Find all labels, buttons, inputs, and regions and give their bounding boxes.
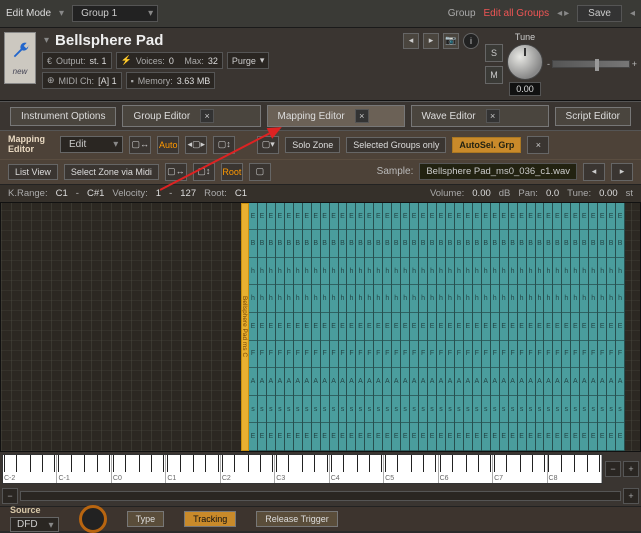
new-label: new — [13, 67, 28, 76]
tab-script-editor[interactable]: Script Editor — [555, 107, 631, 126]
instrument-title: Bellsphere Pad — [55, 32, 399, 49]
krange-hi[interactable]: C#1 — [87, 188, 104, 199]
close-panel-icon[interactable]: × — [527, 136, 549, 154]
snapshot-icon[interactable]: 📷 — [443, 33, 459, 49]
root-button[interactable]: Root — [221, 163, 243, 181]
zone-tune-label: Tune: — [567, 188, 591, 199]
tab-mapping-editor[interactable]: Mapping Editor× — [267, 105, 405, 127]
tune-label: Tune — [515, 32, 535, 42]
sample-label: Sample: — [377, 166, 414, 177]
type-tab[interactable]: Type — [127, 511, 165, 527]
group-selector[interactable]: Group 1 — [72, 5, 158, 22]
next-preset-icon[interactable]: ▸ — [423, 33, 439, 49]
krange-label: K.Range: — [8, 188, 48, 199]
list-view-button[interactable]: List View — [8, 164, 58, 180]
solo-zone-button[interactable]: Solo Zone — [285, 137, 340, 153]
source-mode[interactable]: DFD — [10, 517, 59, 532]
tab-group-editor[interactable]: Group Editor× — [122, 105, 260, 127]
snap-h-icon[interactable]: ◂▢▸ — [185, 136, 207, 154]
prev-sample-icon[interactable]: ◂ — [583, 163, 605, 181]
next-sample-icon[interactable]: ▸ — [611, 163, 633, 181]
sample-name[interactable]: Bellsphere Pad_ms0_036_c1.wav — [419, 163, 577, 180]
velocity-label: Velocity: — [112, 188, 147, 199]
pan-label: Pan: — [518, 188, 538, 199]
wrench-icon — [10, 41, 30, 61]
release-trigger-tab[interactable]: Release Trigger — [256, 511, 338, 527]
mute-button[interactable]: M — [485, 66, 503, 84]
pan-value[interactable]: 0.0 — [546, 188, 559, 199]
edit-all-groups[interactable]: Edit all Groups — [484, 8, 550, 19]
midi-trig-b-icon[interactable]: ▢↕ — [193, 163, 215, 181]
volume-slider[interactable]: -+ — [547, 55, 637, 73]
memory-param: ▪ Memory: 3.63 MB — [126, 72, 216, 89]
root-mode-icon[interactable]: ▢ — [249, 163, 271, 181]
vel-hi[interactable]: 127 — [180, 188, 196, 199]
krange-lo[interactable]: C1 — [56, 188, 68, 199]
autosel-grp-button[interactable]: AutoSel. Grp — [452, 137, 521, 153]
group-label: Group — [448, 8, 476, 19]
keyboard[interactable]: C-2C-1C0C1C2C3C4C5C6C7C8 — [2, 454, 603, 484]
tune-knob[interactable] — [507, 44, 543, 80]
close-icon[interactable]: × — [486, 109, 500, 123]
expand-icon[interactable]: ▾ — [44, 35, 49, 46]
mapping-editor-title: Mapping Editor — [8, 135, 54, 155]
vel-lo[interactable]: 1 — [156, 188, 161, 199]
zoom-in-v-icon[interactable]: + — [623, 461, 639, 477]
rootkey-value[interactable]: C1 — [235, 188, 247, 199]
zone-mode-icon[interactable]: ▢▾ — [257, 136, 279, 154]
select-zone-midi-button[interactable]: Select Zone via Midi — [64, 164, 159, 180]
output-param[interactable]: € Output: st. 1 — [42, 52, 112, 69]
tracking-tab[interactable]: Tracking — [184, 511, 236, 527]
undo-icon[interactable]: ◂ — [557, 8, 562, 19]
h-scrollbar[interactable] — [20, 491, 621, 501]
close-icon[interactable]: × — [355, 109, 369, 123]
midi-trig-a-icon[interactable]: ▢↔ — [165, 163, 187, 181]
prev-preset-icon[interactable]: ◂ — [403, 33, 419, 49]
tab-wave-editor[interactable]: Wave Editor× — [411, 105, 549, 127]
source-title: Source — [10, 505, 59, 515]
edit-mode-label: Edit Mode — [6, 8, 51, 19]
edit-menu[interactable]: Edit — [60, 136, 123, 153]
volume-value[interactable]: 0.00 — [472, 188, 491, 199]
lock-icon[interactable]: ▢↔ — [129, 136, 151, 154]
solo-button[interactable]: S — [485, 44, 503, 62]
zoom-in-h-icon[interactable]: + — [623, 488, 639, 504]
redo-icon[interactable]: ▸ — [564, 8, 569, 19]
zones-area[interactable]: EBhhEFAsEEBhhEFAsEEBhhEFAsEEBhhEFAsEEBhh… — [249, 203, 625, 451]
info-icon[interactable]: i — [463, 33, 479, 49]
purge-menu[interactable]: Purge ▾ — [227, 52, 270, 69]
zoom-out-v-icon[interactable]: − — [605, 461, 621, 477]
close-icon[interactable]: × — [200, 109, 214, 123]
mapping-grid[interactable]: Bellsphere Pad ms C EBhhEFAsEEBhhEFAsEEB… — [0, 202, 641, 452]
snap-v-icon[interactable]: ▢↕ — [213, 136, 235, 154]
voices-param: ⚡ Voices: 0 Max: 32 — [116, 52, 223, 69]
auto-button[interactable]: Auto — [157, 136, 179, 154]
zoom-out-h-icon[interactable]: − — [2, 488, 18, 504]
prev-instr-icon[interactable]: ▾ — [59, 8, 64, 19]
rootkey-label: Root: — [204, 188, 227, 199]
source-knob[interactable] — [79, 505, 107, 533]
selected-zone[interactable]: Bellsphere Pad ms C — [241, 203, 249, 451]
selected-groups-button[interactable]: Selected Groups only — [346, 137, 446, 153]
midi-param[interactable]: ⊕ MIDI Ch: [A] 1 — [42, 72, 122, 89]
volume-label: Volume: — [430, 188, 464, 199]
save-button[interactable]: Save — [577, 5, 622, 22]
tab-instrument-options[interactable]: Instrument Options — [10, 107, 116, 126]
wrench-button[interactable]: new — [4, 32, 36, 84]
tune-value[interactable]: 0.00 — [509, 82, 541, 96]
zone-tune-value[interactable]: 0.00 — [599, 188, 618, 199]
collapse-icon[interactable]: ◂ — [630, 8, 635, 19]
